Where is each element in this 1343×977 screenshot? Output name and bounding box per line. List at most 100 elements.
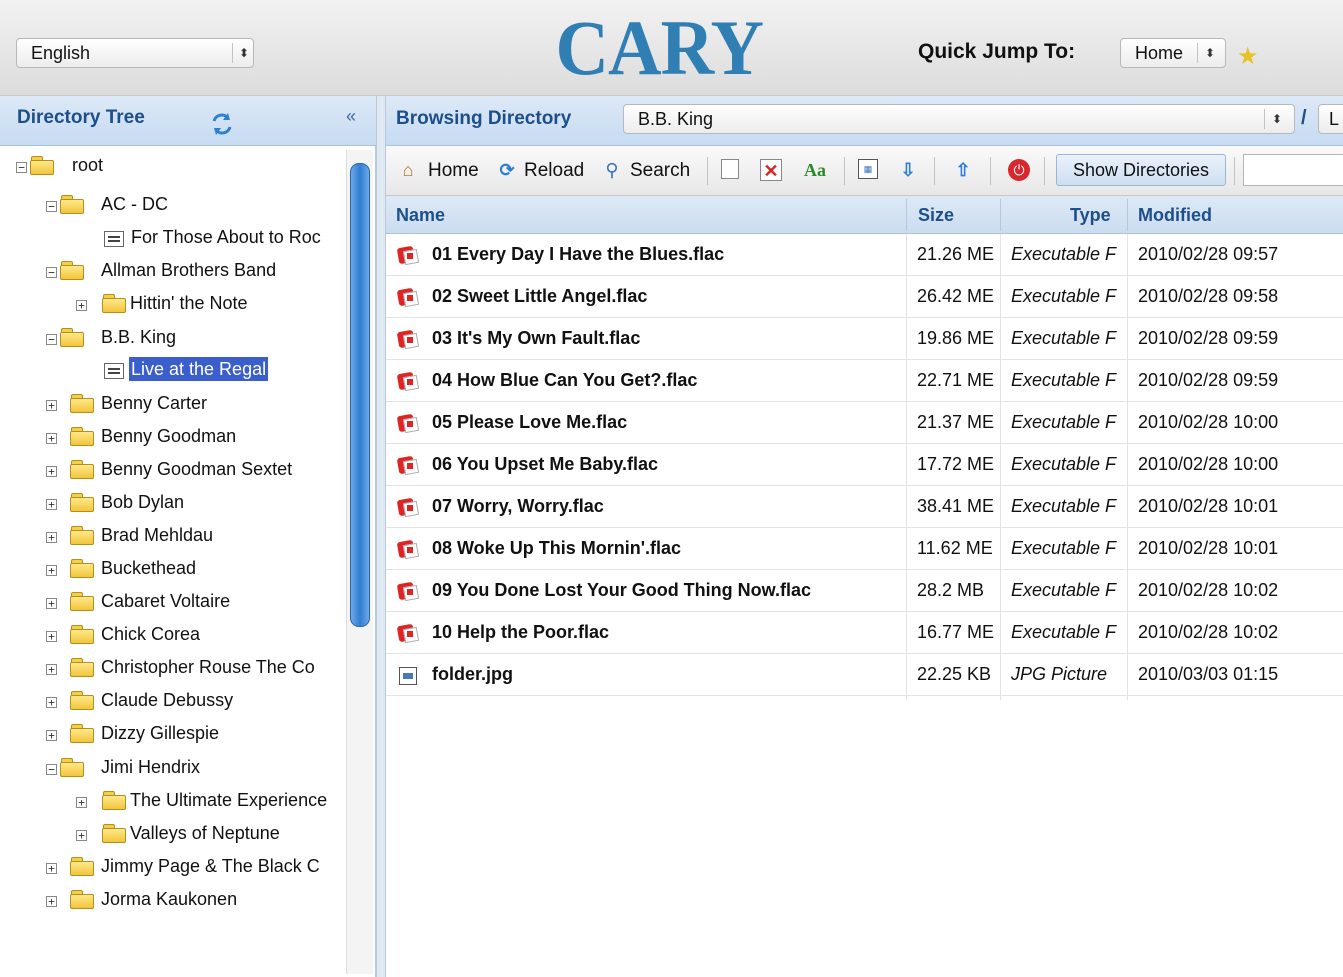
expand-toggle-icon[interactable]: + (46, 664, 57, 675)
flac-file-icon (396, 581, 420, 602)
select-arrows-icon: ⬍ (1272, 112, 1283, 126)
flac-file-icon (396, 539, 420, 560)
column-divider[interactable] (1127, 199, 1128, 231)
column-header-type[interactable]: Type (1070, 205, 1111, 226)
expand-toggle-icon[interactable]: + (76, 300, 87, 311)
tree-label: Valleys of Neptune (130, 823, 280, 843)
expand-toggle-icon[interactable]: + (46, 532, 57, 543)
file-size: 17.72 ME (917, 454, 995, 474)
power-icon[interactable]: ⏻ (1008, 159, 1030, 181)
file-type: Executable F (1011, 328, 1117, 348)
upload-icon[interactable]: ⇧ (952, 159, 974, 181)
file-modified: 2010/02/28 09:58 (1138, 286, 1279, 306)
file-name[interactable]: 03 It's My Own Fault.flac (432, 328, 902, 348)
refresh-icon[interactable] (208, 110, 236, 138)
expand-toggle-icon[interactable]: + (46, 433, 57, 444)
folder-icon (70, 890, 94, 909)
file-name[interactable]: 09 You Done Lost Your Good Thing Now.fla… (432, 580, 902, 600)
flac-file-icon (396, 413, 420, 434)
tree-label: Benny Goodman Sextet (101, 459, 293, 479)
star-icon[interactable]: ★ (1237, 42, 1259, 71)
file-name[interactable]: 10 Help the Poor.flac (432, 622, 902, 642)
new-file-icon[interactable] (721, 159, 739, 179)
column-header-size[interactable]: Size (918, 205, 954, 226)
path-separator: / (1301, 107, 1307, 129)
collapse-toggle-icon[interactable]: − (46, 764, 57, 775)
collapse-panel-button[interactable]: « (346, 106, 356, 127)
file-modified: 2010/02/28 10:02 (1138, 580, 1279, 600)
file-name[interactable]: 05 Please Love Me.flac (432, 412, 902, 432)
rename-icon[interactable]: Aa (800, 159, 830, 181)
tree-label: Christopher Rouse The Co (101, 657, 315, 677)
expand-toggle-icon[interactable]: + (46, 499, 57, 510)
file-size: 22.71 ME (917, 370, 995, 390)
collapse-toggle-icon[interactable]: − (46, 334, 57, 345)
collapse-toggle-icon[interactable]: − (46, 201, 57, 212)
tree-label: Claude Debussy (101, 690, 234, 710)
show-directories-button[interactable]: Show Directories (1056, 154, 1226, 186)
expand-toggle-icon[interactable]: + (46, 896, 57, 907)
file-name[interactable]: 07 Worry, Worry.flac (432, 496, 902, 516)
folder-open-icon (60, 195, 84, 214)
flac-file-icon (396, 497, 420, 518)
file-type: Executable F (1011, 622, 1117, 642)
delete-icon[interactable]: ✕ (760, 159, 782, 181)
search-button[interactable]: Search (630, 157, 690, 185)
panel-splitter[interactable] (376, 96, 386, 977)
album-icon (104, 231, 124, 247)
toolbar-divider (990, 157, 991, 185)
language-select[interactable]: English ⬍ (16, 38, 254, 68)
tree-label: Benny Carter (101, 393, 208, 413)
file-modified: 2010/02/28 10:00 (1138, 454, 1279, 474)
file-name[interactable]: folder.jpg (432, 664, 902, 684)
folder-icon (70, 724, 94, 743)
tree-scrollbar-thumb[interactable] (350, 163, 370, 627)
expand-toggle-icon[interactable]: + (46, 730, 57, 741)
tree-label: Cabaret Voltaire (101, 591, 231, 611)
file-name[interactable]: 08 Woke Up This Mornin'.flac (432, 538, 902, 558)
quick-jump-select[interactable]: Home ⬍ (1120, 38, 1226, 68)
column-divider[interactable] (1000, 199, 1001, 231)
expand-toggle-icon[interactable]: + (46, 565, 57, 576)
column-header-modified[interactable]: Modified (1138, 205, 1212, 226)
file-modified: 2010/03/03 01:15 (1138, 664, 1279, 684)
reload-button[interactable]: Reload (524, 157, 584, 185)
tree-label: The Ultimate Experience (130, 790, 328, 810)
file-name[interactable]: 01 Every Day I Have the Blues.flac (432, 244, 902, 264)
collapse-toggle-icon[interactable]: − (46, 267, 57, 278)
file-name[interactable]: 02 Sweet Little Angel.flac (432, 286, 902, 306)
collapse-toggle-icon[interactable]: − (16, 162, 27, 173)
expand-toggle-icon[interactable]: + (46, 598, 57, 609)
file-name[interactable]: 06 You Upset Me Baby.flac (432, 454, 902, 474)
download-icon[interactable]: ⇩ (897, 159, 919, 181)
tree-label: AC - DC (101, 194, 168, 214)
expand-toggle-icon[interactable]: + (46, 697, 57, 708)
home-button[interactable]: Home (428, 157, 479, 185)
expand-toggle-icon[interactable]: + (46, 400, 57, 411)
tree-label: Jorma Kaukonen (101, 889, 238, 909)
file-size: 16.77 ME (917, 622, 995, 642)
file-name[interactable]: 04 How Blue Can You Get?.flac (432, 370, 902, 390)
subpath-select[interactable]: L (1318, 104, 1343, 134)
expand-toggle-icon[interactable]: + (76, 830, 87, 841)
tree-label: B.B. King (101, 327, 177, 347)
expand-toggle-icon[interactable]: + (46, 631, 57, 642)
grid-view-icon[interactable]: ▦ (858, 159, 878, 179)
tree-node-the-ultimate-experience[interactable]: + The Ultimate Experience (76, 788, 346, 818)
flac-file-icon (396, 455, 420, 476)
expand-toggle-icon[interactable]: + (76, 797, 87, 808)
select-arrows-icon: ⬍ (239, 46, 250, 60)
tree-node-christopher-rouse[interactable]: + Christopher Rouse The Co (46, 655, 344, 685)
column-header-name[interactable]: Name (396, 205, 445, 226)
expand-toggle-icon[interactable]: + (46, 466, 57, 477)
folder-icon (70, 460, 94, 479)
tree-label-selected: Live at the Regal (129, 357, 269, 381)
file-modified: 2010/02/28 09:57 (1138, 244, 1279, 264)
column-divider[interactable] (906, 199, 907, 231)
expand-toggle-icon[interactable]: + (46, 863, 57, 874)
path-select[interactable]: B.B. King ⬍ (623, 104, 1295, 134)
filter-input[interactable] (1243, 154, 1343, 186)
file-modified: 2010/02/28 10:00 (1138, 412, 1279, 432)
tree-node-jimmy-page[interactable]: + Jimmy Page & The Black C (46, 854, 344, 884)
folder-icon (70, 559, 94, 578)
